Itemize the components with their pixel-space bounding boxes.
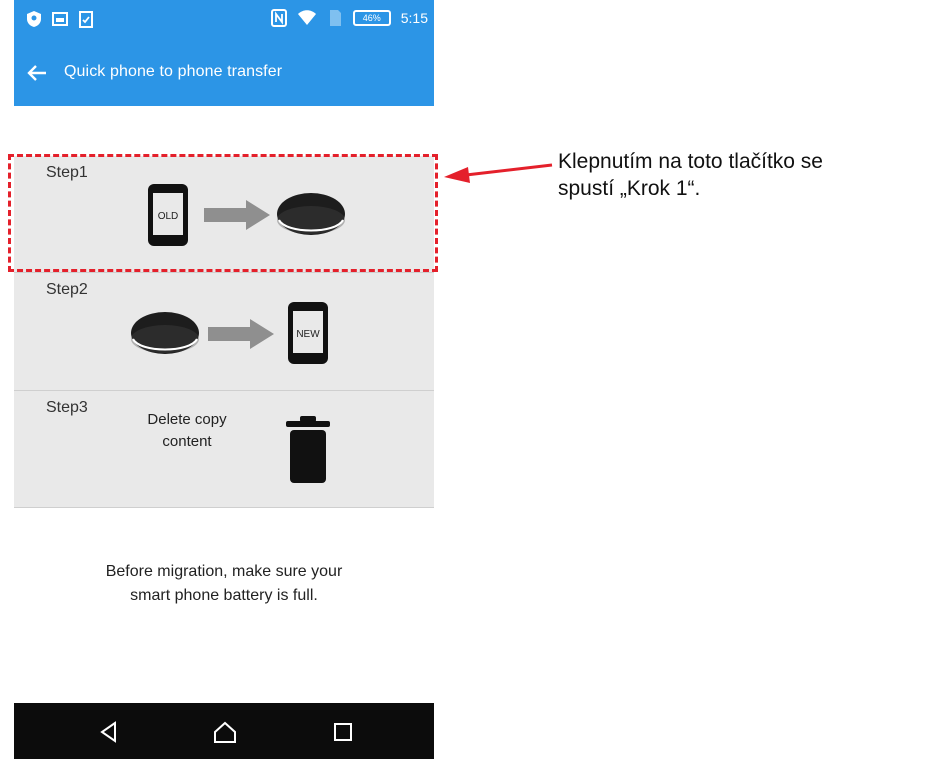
info-line1: Before migration, make sure your	[105, 563, 343, 580]
storage-puck-icon	[131, 312, 199, 354]
navigation-bar	[14, 703, 434, 759]
annotation-line1: Klepnutím na toto tlačítko se	[558, 150, 823, 173]
image-icon	[52, 12, 68, 26]
step3-button[interactable]: Step3 Delete copy content	[14, 391, 434, 508]
wifi-icon	[297, 10, 316, 25]
step3-description: Delete copy content	[132, 409, 242, 453]
back-arrow-icon[interactable]	[26, 62, 48, 84]
sim-icon	[329, 10, 341, 26]
arrow-right-icon	[208, 319, 274, 349]
page-title: Quick phone to phone transfer	[64, 63, 283, 80]
step2-button[interactable]: Step2 NEW	[14, 273, 434, 391]
battery-info: Before migration, make sure your smart p…	[14, 560, 434, 608]
clipboard-icon	[79, 11, 93, 28]
shield-icon	[27, 11, 41, 27]
step-label: Step1	[46, 164, 88, 181]
new-phone-icon: NEW	[288, 302, 328, 364]
step3-text-line2: content	[162, 433, 212, 450]
app-bar: Quick phone to phone transfer	[14, 40, 434, 106]
annotation-line2: spustí „Krok 1“.	[558, 177, 701, 200]
status-right-icons: 46% 5:15	[270, 9, 428, 27]
battery-icon: 46%	[352, 10, 391, 26]
nfc-icon	[270, 9, 287, 27]
recents-icon[interactable]	[330, 719, 356, 745]
trash-icon	[286, 416, 330, 483]
phone-screen: 46% 5:15 Quick phone to phone transfer S…	[14, 0, 434, 759]
step1-button[interactable]: Step1 OLD	[14, 156, 434, 273]
status-bar: 46% 5:15	[14, 0, 434, 40]
status-left-icons	[26, 10, 94, 28]
step-label: Step3	[46, 399, 88, 416]
annotation-text: Klepnutím na toto tlačítko se spustí „Kr…	[558, 148, 926, 202]
old-label: OLD	[158, 211, 179, 222]
storage-puck-icon	[277, 193, 345, 235]
pointer-arrow-icon	[444, 163, 553, 183]
old-phone-icon: OLD	[148, 184, 188, 246]
info-line2: smart phone battery is full.	[130, 587, 318, 604]
step3-text-line1: Delete copy	[147, 411, 227, 428]
home-icon[interactable]	[212, 719, 238, 745]
back-triangle-icon[interactable]	[96, 719, 122, 745]
step-label: Step2	[46, 281, 88, 298]
status-time: 5:15	[400, 10, 428, 26]
arrow-right-icon	[204, 200, 270, 230]
new-label: NEW	[296, 329, 320, 340]
